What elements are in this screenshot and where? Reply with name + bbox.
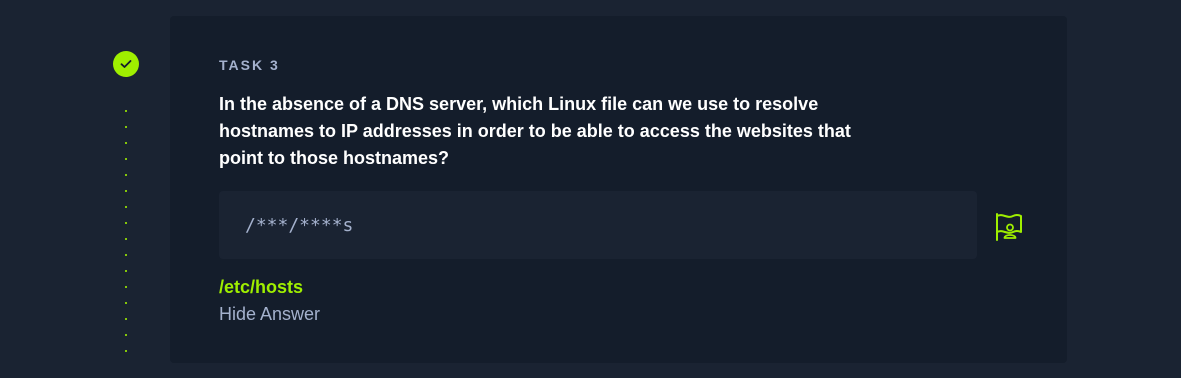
flag-icon — [996, 213, 1022, 241]
task-question: In the absence of a DNS server, which Li… — [219, 94, 851, 168]
submit-flag-button[interactable] — [994, 212, 1024, 242]
hide-answer-link[interactable]: Hide Answer — [219, 304, 320, 325]
answer-input[interactable] — [243, 209, 947, 241]
timeline-dotted-line — [125, 103, 127, 355]
check-icon — [120, 60, 132, 68]
task-timeline — [113, 51, 139, 361]
revealed-answer: /etc/hosts — [219, 277, 304, 297]
task-label: TASK 3 — [219, 57, 280, 73]
task-card: TASK 3 In the absence of a DNS server, w… — [170, 16, 1067, 363]
page: TASK 3 In the absence of a DNS server, w… — [0, 0, 1181, 378]
answer-field-container — [219, 191, 977, 259]
task-completed-badge — [113, 51, 139, 77]
